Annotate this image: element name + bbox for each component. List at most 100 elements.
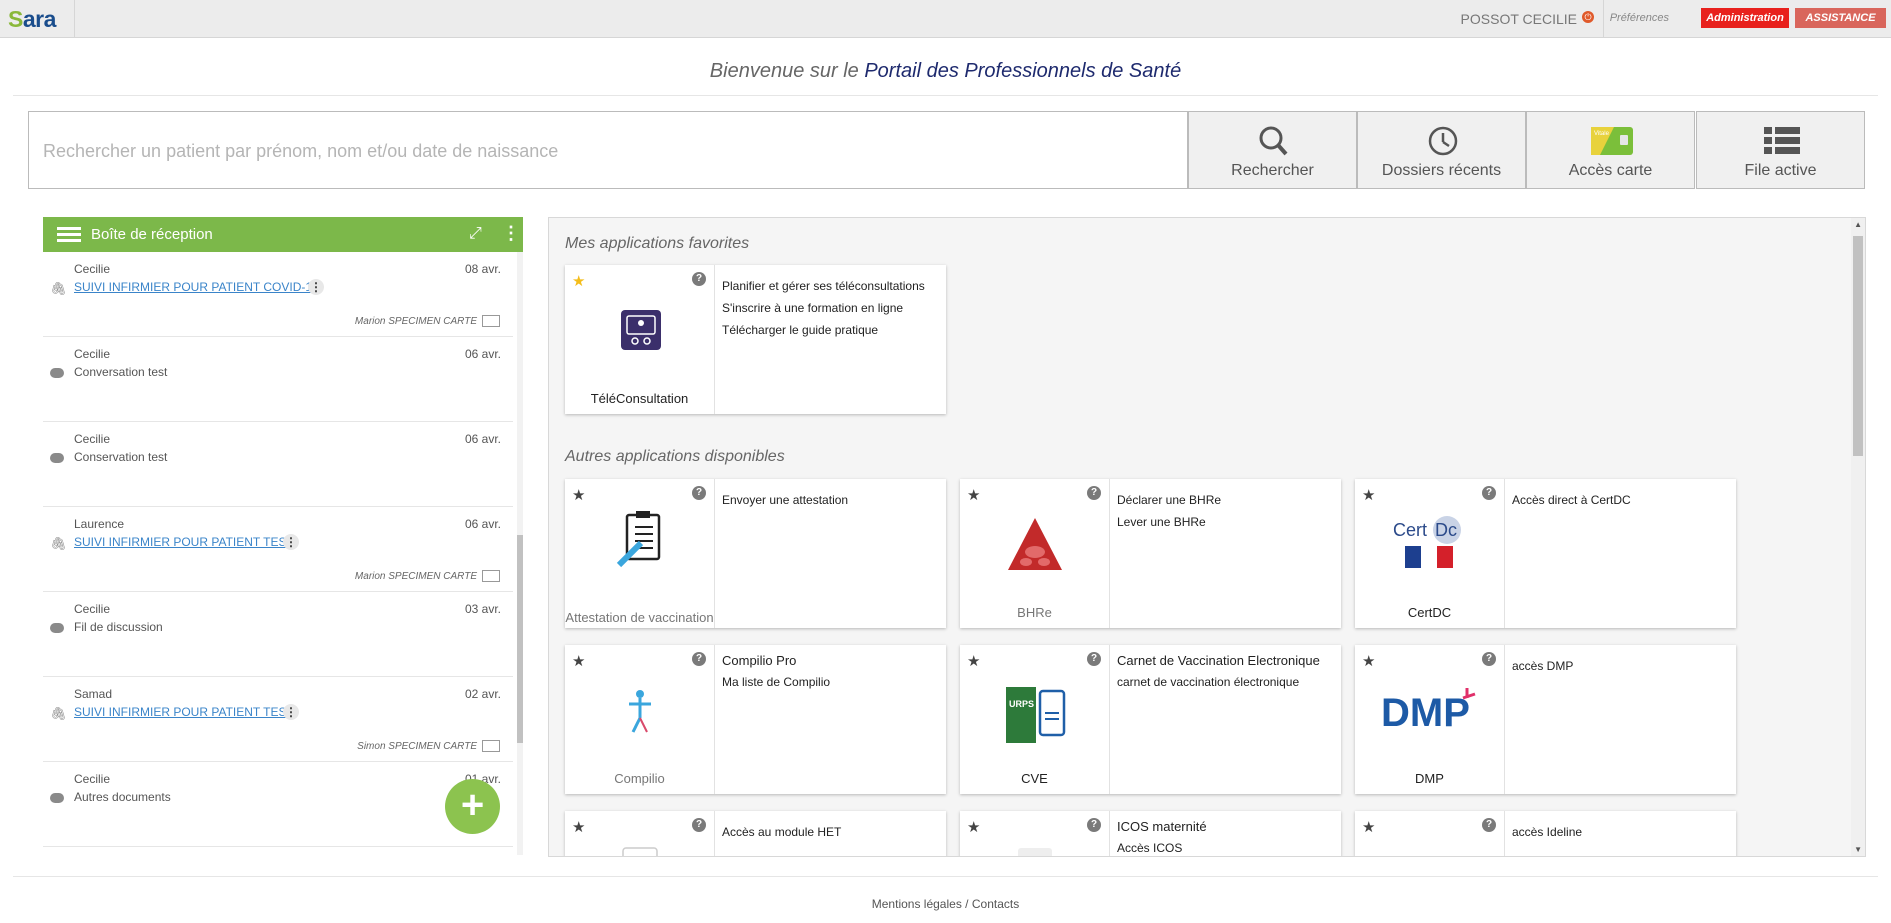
app-link[interactable]: Accès au module HET bbox=[722, 821, 841, 843]
inbox-message[interactable]: Cecilie 06 avr. Conservation test bbox=[43, 422, 513, 507]
help-icon[interactable]: ? bbox=[1087, 818, 1101, 832]
app-link[interactable]: Lever une BHRe bbox=[1117, 511, 1221, 533]
help-icon[interactable]: ? bbox=[1482, 652, 1496, 666]
administration-button[interactable]: Administration bbox=[1701, 8, 1789, 28]
app-tile[interactable]: ★ ? DMP DMP bbox=[1355, 645, 1505, 794]
legal-notice-link[interactable]: Mentions légales bbox=[872, 897, 962, 911]
star-icon[interactable]: ★ bbox=[967, 486, 980, 504]
inbox-message[interactable]: Cecilie 08 avr. 🖇 SUIVI INFIRMIER POUR P… bbox=[43, 252, 513, 337]
paperclip-icon: 🖇 bbox=[50, 281, 67, 296]
app-tile[interactable]: ★ ? BHRe bbox=[960, 479, 1110, 628]
star-icon[interactable]: ★ bbox=[1362, 818, 1375, 836]
star-icon[interactable]: ★ bbox=[967, 652, 980, 670]
star-icon[interactable]: ★ bbox=[1362, 486, 1375, 504]
app-link[interactable]: S'inscrire à une formation en ligne bbox=[722, 297, 925, 319]
app-links: Déclarer une BHRe Lever une BHRe bbox=[1117, 489, 1221, 533]
contacts-link[interactable]: Contacts bbox=[972, 897, 1019, 911]
help-icon[interactable]: ? bbox=[1087, 652, 1101, 666]
help-icon[interactable]: ? bbox=[692, 652, 706, 666]
app-tile[interactable]: ★ ? bbox=[1355, 811, 1505, 856]
app-link[interactable]: Planifier et gérer ses téléconsultations bbox=[722, 275, 925, 297]
user-name[interactable]: POSSOT CECILIE bbox=[1461, 11, 1577, 27]
patient-search-input[interactable] bbox=[41, 140, 1145, 163]
card-access-button[interactable]: Vitale Accès carte bbox=[1526, 111, 1695, 189]
inbox-message[interactable]: Samad 02 avr. 🖇 SUIVI INFIRMIER POUR PAT… bbox=[43, 677, 513, 762]
welcome-title: Bienvenue sur le Portail des Professionn… bbox=[0, 60, 1891, 83]
svg-text:DMP: DMP bbox=[1381, 691, 1470, 735]
logout-power-icon[interactable]: ⏻ bbox=[1582, 11, 1594, 23]
inbox-message[interactable]: Cecilie 03 avr. Fil de discussion bbox=[43, 592, 513, 677]
logo-area[interactable]: Sara bbox=[0, 0, 75, 37]
message-date: 03 avr. bbox=[464, 602, 501, 616]
message-date: 02 avr. bbox=[464, 687, 501, 701]
app-links: Carnet de Vaccination Electronique carne… bbox=[1117, 651, 1320, 693]
app-link[interactable]: Télécharger le guide pratique bbox=[722, 319, 925, 341]
app-links: ICOS maternité Accès ICOS bbox=[1117, 817, 1207, 856]
recent-files-button[interactable]: Dossiers récents bbox=[1357, 111, 1526, 189]
app-card-icos: ★ ? ICOS maternité Accès ICOS bbox=[960, 811, 1341, 856]
menu-icon[interactable] bbox=[57, 227, 81, 243]
app-tile[interactable]: ★ ? Cert Dc CertDC bbox=[1355, 479, 1505, 628]
assistance-button[interactable]: ASSISTANCE bbox=[1795, 8, 1886, 28]
app-link[interactable]: Accès direct à CertDC bbox=[1512, 489, 1631, 511]
apps-scrollbar-thumb[interactable] bbox=[1853, 236, 1863, 456]
svg-text:Vitale: Vitale bbox=[1594, 131, 1610, 137]
more-options-icon[interactable]: ⋮ bbox=[502, 223, 520, 244]
scroll-down-arrow-icon[interactable]: ▼ bbox=[1854, 845, 1862, 854]
message-options-icon[interactable]: ⋮ bbox=[283, 704, 299, 720]
message-options-icon[interactable]: ⋮ bbox=[308, 279, 324, 295]
inbox-scrollbar-thumb[interactable] bbox=[517, 535, 523, 743]
app-link[interactable]: Déclarer une BHRe bbox=[1117, 489, 1221, 511]
inbox-panel: Boîte de réception ⤢ ⋮ Cecilie 08 avr. 🖇… bbox=[43, 217, 523, 855]
star-icon[interactable]: ★ bbox=[572, 486, 585, 504]
recent-files-label: Dossiers récents bbox=[1381, 162, 1502, 179]
app-name: CertDC bbox=[1407, 605, 1452, 620]
message-options-icon[interactable]: ⋮ bbox=[283, 534, 299, 550]
star-icon[interactable]: ★ bbox=[1362, 652, 1375, 670]
help-icon[interactable]: ? bbox=[1482, 818, 1496, 832]
het-logo-icon bbox=[622, 847, 658, 856]
help-icon[interactable]: ? bbox=[692, 818, 706, 832]
app-link[interactable]: Accès ICOS bbox=[1117, 837, 1207, 856]
favorite-star-icon[interactable]: ★ bbox=[572, 272, 585, 290]
preferences-link[interactable]: Préférences bbox=[1610, 12, 1669, 24]
active-file-button[interactable]: File active bbox=[1696, 111, 1865, 189]
app-links: Compilio Pro Ma liste de Compilio bbox=[722, 651, 830, 693]
message-subject-link[interactable]: SUIVI INFIRMIER POUR PATIENT TEST bbox=[74, 535, 294, 549]
scroll-up-arrow-icon[interactable]: ▲ bbox=[1854, 220, 1862, 229]
app-tile[interactable]: ★ ? bbox=[565, 811, 715, 856]
message-date: 06 avr. bbox=[464, 347, 501, 361]
inbox-message[interactable]: Laurence 06 avr. 🖇 SUIVI INFIRMIER POUR … bbox=[43, 507, 513, 592]
star-icon[interactable]: ★ bbox=[967, 818, 980, 836]
inbox-message[interactable]: Cecilie 06 avr. Conversation test bbox=[43, 337, 513, 422]
app-link[interactable]: Envoyer une attestation bbox=[722, 489, 848, 511]
star-icon[interactable]: ★ bbox=[572, 818, 585, 836]
app-link[interactable]: Ma liste de Compilio bbox=[722, 671, 830, 693]
new-message-button[interactable]: + bbox=[445, 779, 500, 834]
message-subject-link[interactable]: SUIVI INFIRMIER POUR PATIENT COVID-19 bbox=[74, 280, 319, 294]
inbox-title: Boîte de réception bbox=[91, 226, 213, 243]
favorites-section-title: Mes applications favorites bbox=[565, 235, 750, 252]
message-subject: Fil de discussion bbox=[74, 620, 163, 634]
app-link[interactable]: carnet de vaccination électronique bbox=[1117, 671, 1320, 693]
expand-icon[interactable]: ⤢ bbox=[469, 225, 482, 243]
star-icon[interactable]: ★ bbox=[572, 652, 585, 670]
app-link[interactable]: accès Ideline bbox=[1512, 821, 1582, 843]
app-tile[interactable]: ★ ? URPS CVE bbox=[960, 645, 1110, 794]
help-icon[interactable]: ? bbox=[692, 486, 706, 500]
help-icon[interactable]: ? bbox=[692, 272, 706, 286]
inbox-message[interactable]: Cecilie 01 avr. Autres documents bbox=[43, 762, 513, 847]
id-card-icon bbox=[482, 315, 500, 327]
help-icon[interactable]: ? bbox=[1482, 486, 1496, 500]
list-icon bbox=[1764, 127, 1800, 154]
footer-separator: / bbox=[965, 897, 969, 911]
divider bbox=[13, 876, 1878, 877]
app-tile[interactable]: ★ ? Compilio bbox=[565, 645, 715, 794]
app-tile[interactable]: ★ ? Attestation de vaccination bbox=[565, 479, 715, 628]
search-button[interactable]: Rechercher bbox=[1188, 111, 1357, 189]
help-icon[interactable]: ? bbox=[1087, 486, 1101, 500]
app-tile[interactable]: ★ ? TéléConsultation bbox=[565, 265, 715, 414]
app-tile[interactable]: ★ ? bbox=[960, 811, 1110, 856]
message-subject-link[interactable]: SUIVI INFIRMIER POUR PATIENT TEST bbox=[74, 705, 294, 719]
app-link[interactable]: accès DMP bbox=[1512, 655, 1573, 677]
